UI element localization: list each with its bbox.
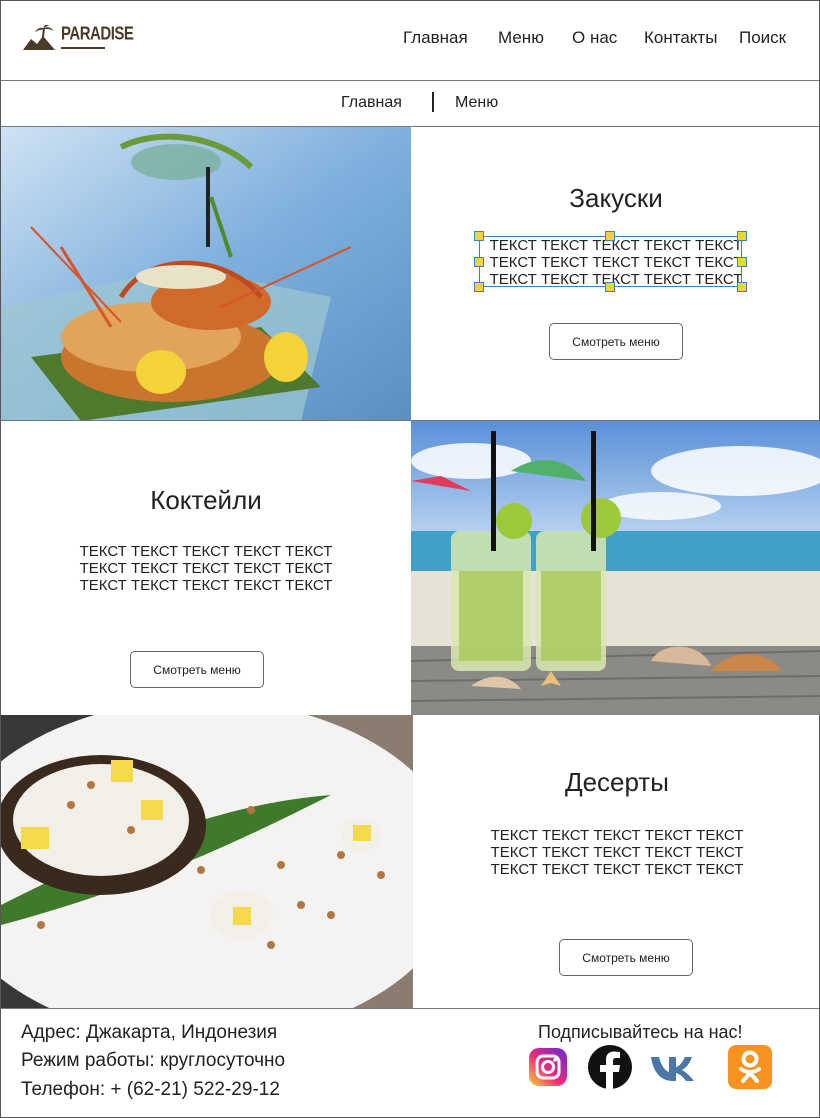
vk-icon[interactable] — [649, 1045, 697, 1089]
seafood-lobster-photo — [1, 127, 411, 420]
text-line: ТЕКСТ ТЕКСТ ТЕКСТ ТЕКСТ ТЕКСТ — [79, 560, 333, 577]
resize-handle-top-right[interactable] — [737, 231, 747, 241]
appetizers-view-menu-button[interactable]: Смотреть меню — [549, 323, 683, 360]
text-line: ТЕКСТ ТЕКСТ ТЕКСТ ТЕКСТ ТЕКСТ — [79, 543, 333, 560]
cocktails-view-menu-button[interactable]: Смотреть меню — [130, 651, 264, 688]
coconut-dessert-photo — [1, 715, 413, 1008]
cocktails-title: Коктейли — [150, 485, 262, 515]
address-text: Адрес: Джакарта, Индонезия — [21, 1022, 278, 1043]
beach-cocktails-photo — [411, 421, 820, 715]
follow-us-label: Подписывайтесь на нас! — [538, 1022, 743, 1042]
desserts-view-menu-button[interactable]: Смотреть меню — [559, 939, 693, 976]
nav-item-menu[interactable]: Меню — [498, 28, 544, 48]
nav-item-home[interactable]: Главная — [403, 28, 468, 48]
resize-handle-right[interactable] — [737, 257, 747, 267]
nav-item-contacts[interactable]: Контакты — [644, 28, 717, 48]
breadcrumb: Главная Меню — [0, 81, 820, 127]
resize-handle-bottom-right[interactable] — [737, 282, 747, 292]
facebook-icon[interactable] — [586, 1043, 634, 1091]
resize-handle-left[interactable] — [474, 257, 484, 267]
appetizers-text-block: Закуски ТЕКСТ ТЕКСТ ТЕКСТ ТЕКСТ ТЕКСТ ТЕ… — [411, 127, 820, 420]
nav-item-about[interactable]: О нас — [572, 28, 617, 48]
section-cocktails: Коктейли ТЕКСТ ТЕКСТ ТЕКСТ ТЕКСТ ТЕКСТ Т… — [0, 421, 820, 715]
site-header: PARADISE Главная Меню О нас Контакты Пои… — [0, 0, 820, 81]
breadcrumb-home[interactable]: Главная — [341, 94, 402, 112]
desserts-text-block: Десерты ТЕКСТ ТЕКСТ ТЕКСТ ТЕКСТ ТЕКСТ ТЕ… — [413, 715, 820, 1008]
section-desserts: Десерты ТЕКСТ ТЕКСТ ТЕКСТ ТЕКСТ ТЕКСТ ТЕ… — [0, 715, 820, 1008]
selection-frame — [479, 236, 742, 287]
breadcrumb-separator — [432, 92, 434, 112]
resize-handle-top-left[interactable] — [474, 231, 484, 241]
text-line: ТЕКСТ ТЕКСТ ТЕКСТ ТЕКСТ ТЕКСТ — [490, 827, 744, 844]
cocktails-text-block: Коктейли ТЕКСТ ТЕКСТ ТЕКСТ ТЕКСТ ТЕКСТ Т… — [1, 421, 411, 715]
phone-text: Телефон: + (62-21) 522-29-12 — [21, 1079, 280, 1100]
desserts-title: Десерты — [564, 767, 669, 797]
section-appetizers: Закуски ТЕКСТ ТЕКСТ ТЕКСТ ТЕКСТ ТЕКСТ ТЕ… — [0, 127, 820, 421]
main-nav: Главная Меню О нас Контакты Поиск — [0, 28, 819, 48]
text-line: ТЕКСТ ТЕКСТ ТЕКСТ ТЕКСТ ТЕКСТ — [490, 861, 744, 878]
breadcrumb-menu[interactable]: Меню — [455, 94, 498, 112]
odnoklassniki-icon[interactable] — [726, 1043, 774, 1091]
site-footer: Адрес: Джакарта, Индонезия Режим работы:… — [0, 1008, 820, 1118]
text-line: ТЕКСТ ТЕКСТ ТЕКСТ ТЕКСТ ТЕКСТ — [79, 577, 333, 594]
appetizers-title: Закуски — [569, 183, 663, 213]
nav-item-search[interactable]: Поиск — [739, 28, 786, 48]
resize-handle-top[interactable] — [605, 231, 615, 241]
resize-handle-bottom-left[interactable] — [474, 282, 484, 292]
cocktails-description: ТЕКСТ ТЕКСТ ТЕКСТ ТЕКСТ ТЕКСТ ТЕКСТ ТЕКС… — [1, 543, 411, 594]
instagram-icon[interactable] — [526, 1045, 570, 1089]
hours-text: Режим работы: круглосуточно — [21, 1050, 286, 1071]
text-line: ТЕКСТ ТЕКСТ ТЕКСТ ТЕКСТ ТЕКСТ — [490, 844, 744, 861]
desserts-description: ТЕКСТ ТЕКСТ ТЕКСТ ТЕКСТ ТЕКСТ ТЕКСТ ТЕКС… — [413, 827, 820, 878]
resize-handle-bottom[interactable] — [605, 282, 615, 292]
